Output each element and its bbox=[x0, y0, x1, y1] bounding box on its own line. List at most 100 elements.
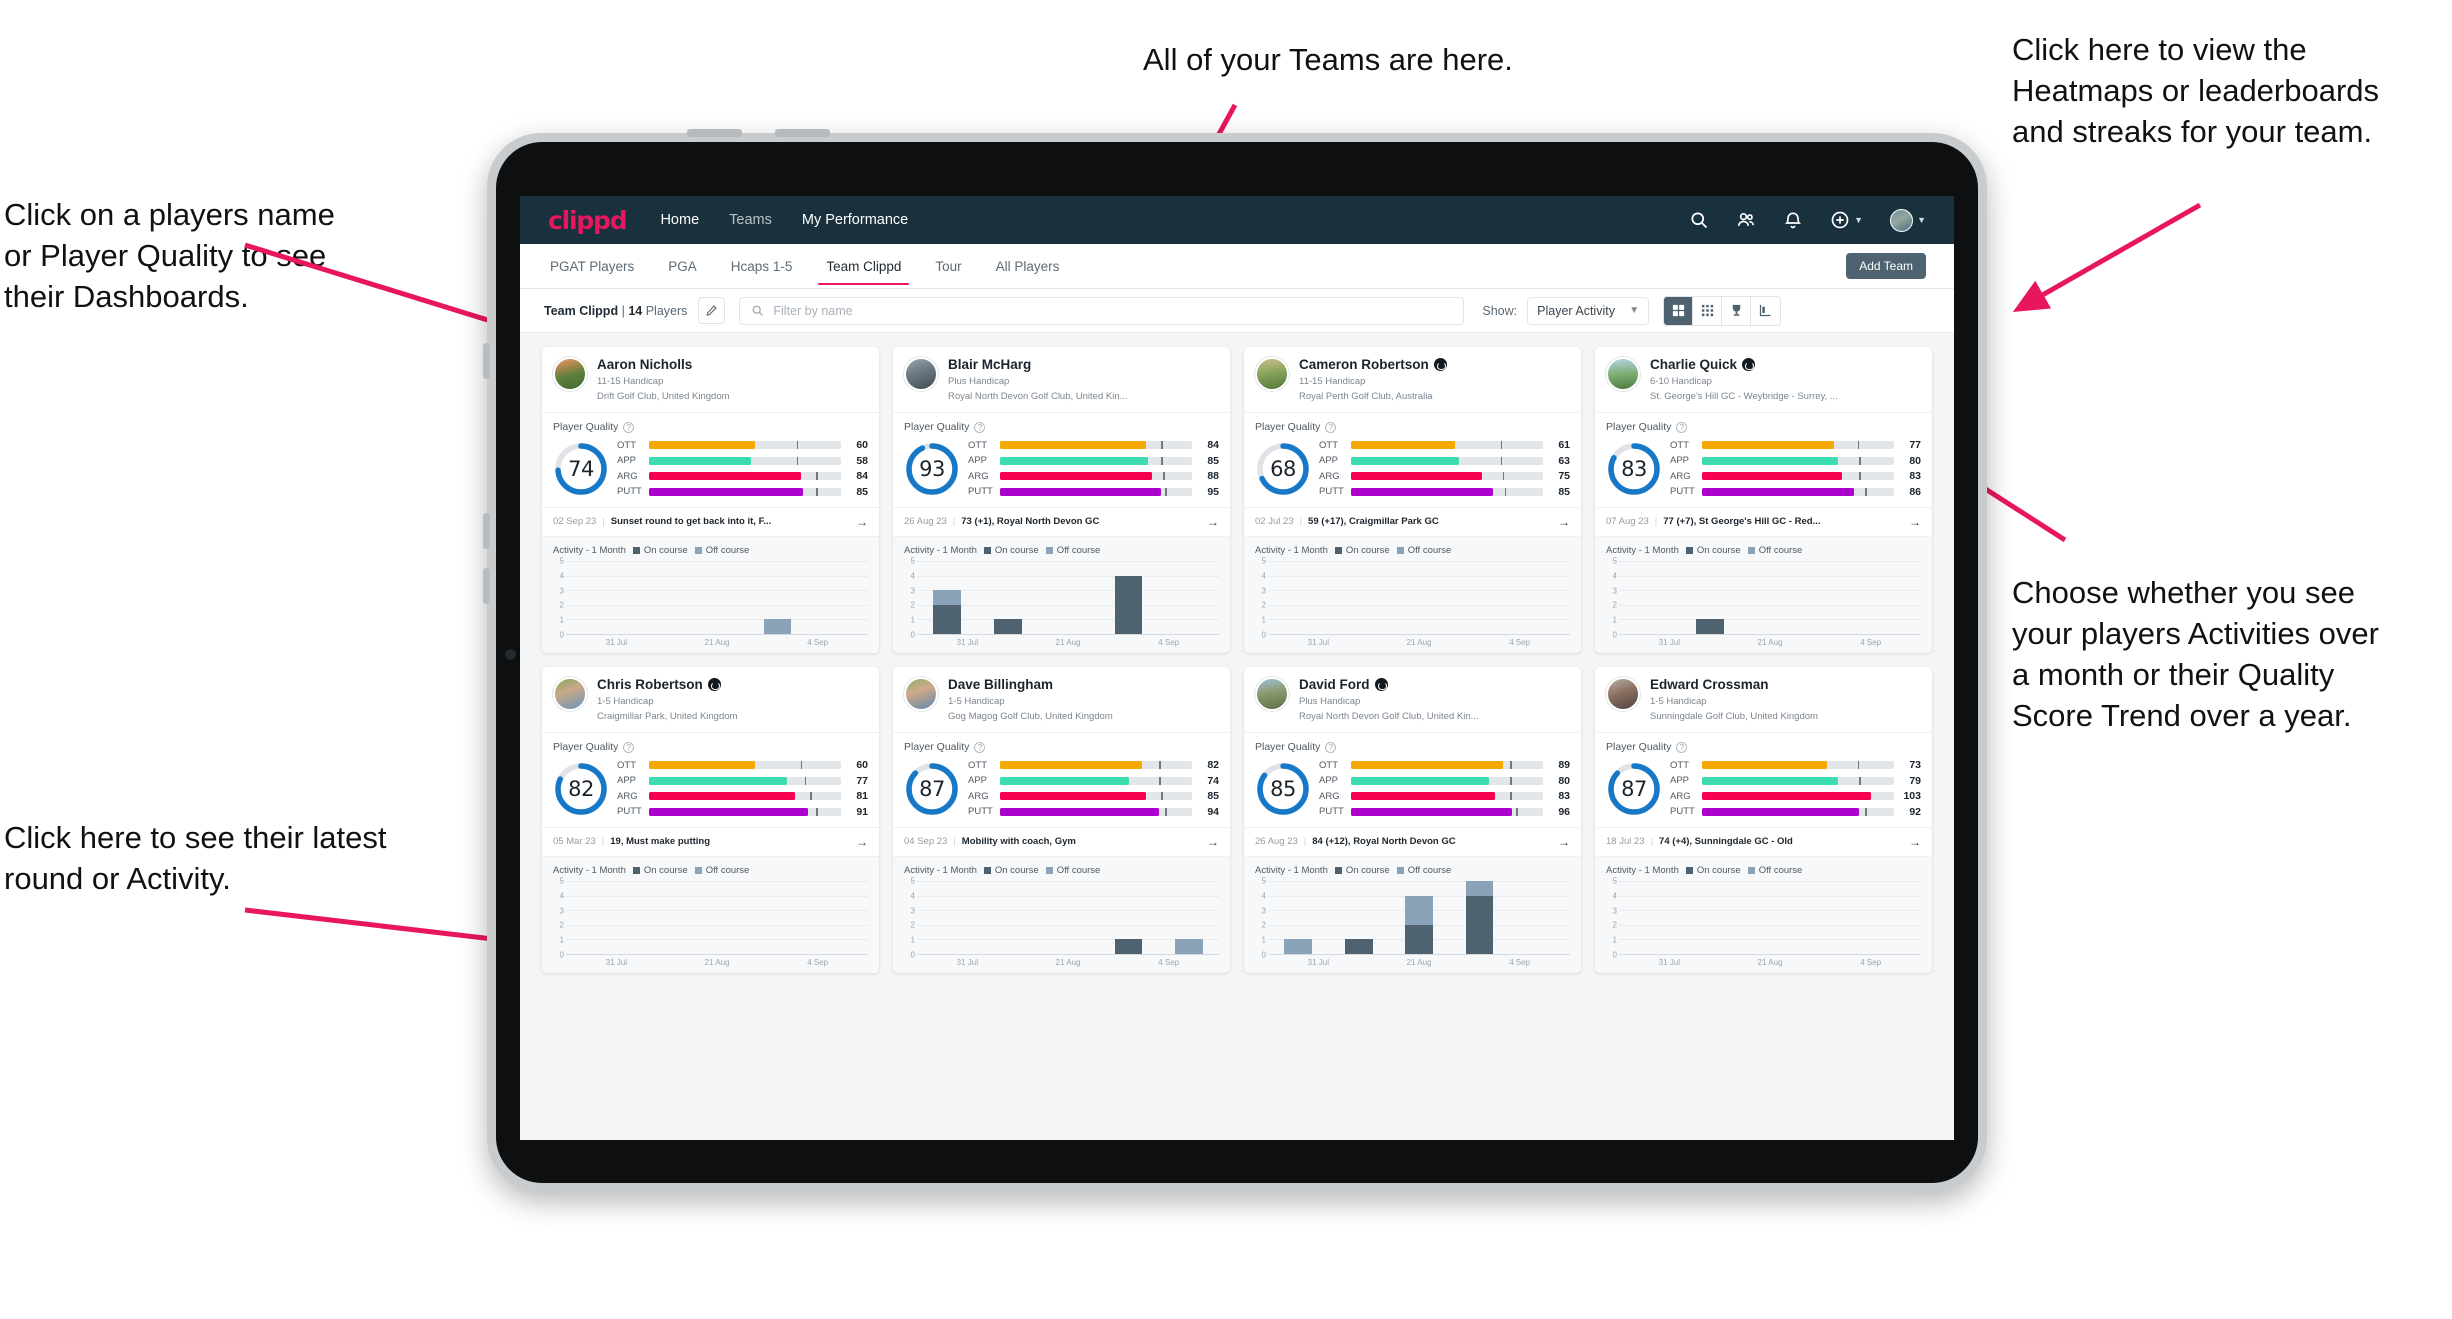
pencil-icon[interactable] bbox=[698, 297, 726, 324]
player-card[interactable]: Edward Crossman 1-5 Handicap Sunningdale G… bbox=[1595, 666, 1932, 973]
player-name[interactable]: Blair McHarg bbox=[948, 357, 1031, 373]
question-icon[interactable]: ? bbox=[1676, 741, 1688, 753]
player-card-header[interactable]: David Ford Plus Handicap Royal North Devon… bbox=[1244, 667, 1581, 732]
arrow-right-icon[interactable]: → bbox=[1558, 835, 1570, 849]
player-card-header[interactable]: Cameron Robertson 11-15 Handicap Royal Per… bbox=[1244, 347, 1581, 412]
question-icon[interactable]: ? bbox=[1325, 421, 1337, 433]
player-card-header[interactable]: Blair McHarg Plus Handicap Royal North Dev… bbox=[893, 347, 1230, 412]
avatar[interactable] bbox=[1606, 676, 1640, 711]
activity-section: Activity - 1 Month On course Off course 5 4 3… bbox=[893, 535, 1230, 653]
trophy-icon[interactable] bbox=[1722, 296, 1752, 325]
heatmap-icon[interactable] bbox=[1751, 296, 1781, 325]
player-quality-section[interactable]: Player Quality? 85 OTT 89 APP 80 ARG 83 PUTT 96 bbox=[1244, 732, 1581, 827]
question-icon[interactable]: ? bbox=[623, 741, 635, 753]
player-card-header[interactable]: Dave Billingham 1-5 Handicap Gog Magog Gol… bbox=[893, 667, 1230, 732]
add-team-button[interactable]: Add Team bbox=[1846, 253, 1926, 279]
player-card-header[interactable]: Chris Robertson 1-5 Handicap Craigmillar P… bbox=[542, 667, 879, 732]
grid-small-icon[interactable] bbox=[1693, 296, 1723, 325]
latest-round-row[interactable]: 26 Aug 23 | 73 (+1), Royal North Devon GC → bbox=[893, 506, 1230, 536]
latest-round-row[interactable]: 02 Jul 23 | 59 (+17), Craigmillar Park GC → bbox=[1244, 506, 1581, 536]
player-quality-section[interactable]: Player Quality? 93 OTT 84 APP 85 ARG 88 PUTT 95 bbox=[893, 412, 1230, 507]
arrow-right-icon[interactable]: → bbox=[856, 835, 868, 849]
tab-pga[interactable]: PGA bbox=[666, 247, 699, 285]
player-quality-section[interactable]: Player Quality? 87 OTT 73 APP 79 ARG 103 PUTT 92 bbox=[1595, 732, 1932, 827]
chart-slot bbox=[1449, 561, 1509, 634]
player-name-row[interactable]: Aaron Nicholls bbox=[597, 357, 730, 373]
player-card-header[interactable]: Charlie Quick 6-10 Handicap St. George's H… bbox=[1595, 347, 1932, 412]
player-name-row[interactable]: David Ford bbox=[1299, 677, 1479, 693]
player-card[interactable]: Aaron Nicholls 11-15 Handicap Drift Golf C… bbox=[542, 347, 879, 653]
latest-round-row[interactable]: 05 Mar 23 | 19, Must make putting → bbox=[542, 826, 879, 856]
player-name-row[interactable]: Chris Robertson bbox=[597, 677, 737, 693]
tab-all-players[interactable]: All Players bbox=[994, 247, 1062, 285]
bell-icon[interactable] bbox=[1783, 210, 1803, 230]
tab-pgat-players[interactable]: PGAT Players bbox=[548, 247, 636, 285]
question-icon[interactable]: ? bbox=[974, 421, 986, 433]
avatar[interactable] bbox=[1606, 357, 1640, 391]
player-card[interactable]: David Ford Plus Handicap Royal North Devon… bbox=[1244, 666, 1581, 973]
tab-hcaps-1-5[interactable]: Hcaps 1-5 bbox=[729, 247, 795, 285]
arrow-right-icon[interactable]: → bbox=[1909, 515, 1921, 529]
player-name-row[interactable]: Charlie Quick bbox=[1650, 357, 1838, 373]
search-input[interactable]: Filter by name bbox=[739, 296, 1465, 325]
latest-round-row[interactable]: 07 Aug 23 | 77 (+7), St George's Hill GC -… bbox=[1595, 506, 1932, 536]
tab-team-clippd[interactable]: Team Clippd bbox=[818, 247, 910, 285]
question-icon[interactable]: ? bbox=[1325, 741, 1337, 753]
avatar[interactable] bbox=[553, 676, 587, 711]
player-name-row[interactable]: Dave Billingham bbox=[948, 677, 1113, 693]
question-icon[interactable]: ? bbox=[974, 741, 986, 753]
player-card[interactable]: Cameron Robertson 11-15 Handicap Royal Per… bbox=[1244, 347, 1581, 653]
clippd-logo[interactable]: clippd bbox=[548, 206, 628, 235]
player-quality-section[interactable]: Player Quality? 82 OTT 60 APP 77 ARG 81 PUTT 91 bbox=[542, 732, 879, 827]
player-quality-section[interactable]: Player Quality? 68 OTT 61 APP 63 ARG 75 PUTT 85 bbox=[1244, 412, 1581, 507]
player-name-row[interactable]: Cameron Robertson bbox=[1299, 357, 1447, 373]
player-name[interactable]: Dave Billingham bbox=[948, 677, 1053, 693]
avatar[interactable] bbox=[1255, 357, 1289, 391]
player-card[interactable]: Charlie Quick 6-10 Handicap St. George's H… bbox=[1595, 347, 1932, 653]
nav-item-teams[interactable]: Teams bbox=[729, 212, 772, 228]
people-icon[interactable] bbox=[1736, 210, 1756, 230]
arrow-right-icon[interactable]: → bbox=[1207, 835, 1219, 849]
player-name-row[interactable]: Edward Crossman bbox=[1650, 677, 1818, 693]
arrow-right-icon[interactable]: → bbox=[856, 515, 868, 529]
profile-menu[interactable]: ▼ bbox=[1890, 208, 1926, 232]
player-name[interactable]: Chris Robertson bbox=[597, 677, 703, 693]
arrow-right-icon[interactable]: → bbox=[1909, 835, 1921, 849]
grid-large-icon[interactable] bbox=[1664, 296, 1694, 325]
avatar[interactable] bbox=[904, 676, 938, 711]
arrow-right-icon[interactable]: → bbox=[1207, 515, 1219, 529]
player-card[interactable]: Chris Robertson 1-5 Handicap Craigmillar P… bbox=[542, 666, 879, 973]
player-card-header[interactable]: Edward Crossman 1-5 Handicap Sunningdale G… bbox=[1595, 667, 1932, 732]
question-icon[interactable]: ? bbox=[1676, 421, 1688, 433]
player-quality-section[interactable]: Player Quality? 83 OTT 77 APP 80 ARG 83 PUTT 86 bbox=[1595, 412, 1932, 507]
nav-item-home[interactable]: Home bbox=[660, 212, 699, 228]
add-menu[interactable]: ▼ bbox=[1830, 210, 1863, 230]
avatar[interactable] bbox=[1890, 208, 1914, 232]
player-name-row[interactable]: Blair McHarg bbox=[948, 357, 1128, 373]
question-icon[interactable]: ? bbox=[623, 421, 635, 433]
arrow-right-icon[interactable]: → bbox=[1558, 515, 1570, 529]
avatar[interactable] bbox=[904, 357, 938, 391]
player-quality-section[interactable]: Player Quality? 74 OTT 60 APP 58 ARG 84 PUTT 85 bbox=[542, 412, 879, 507]
player-name[interactable]: Charlie Quick bbox=[1650, 357, 1737, 373]
latest-round-row[interactable]: 04 Sep 23 | Mobility with coach, Gym → bbox=[893, 826, 1230, 856]
player-name[interactable]: David Ford bbox=[1299, 677, 1370, 693]
player-name[interactable]: Edward Crossman bbox=[1650, 677, 1769, 693]
player-name[interactable]: Cameron Robertson bbox=[1299, 357, 1429, 373]
player-card-header[interactable]: Aaron Nicholls 11-15 Handicap Drift Golf C… bbox=[542, 347, 879, 412]
avatar[interactable] bbox=[553, 357, 587, 391]
plus-circle-icon[interactable] bbox=[1830, 210, 1850, 230]
show-select[interactable]: Player Activity ▼ bbox=[1527, 296, 1650, 325]
player-quality-section[interactable]: Player Quality? 87 OTT 82 APP 74 ARG 85 PUTT 94 bbox=[893, 732, 1230, 827]
latest-round-row[interactable]: 26 Aug 23 | 84 (+12), Royal North Devon GC… bbox=[1244, 826, 1581, 856]
search-icon[interactable] bbox=[1689, 210, 1709, 230]
latest-round-row[interactable]: 02 Sep 23 | Sunset round to get back into … bbox=[542, 506, 879, 536]
metric-value: 77 bbox=[1909, 439, 1921, 452]
avatar[interactable] bbox=[1255, 676, 1289, 711]
player-card[interactable]: Blair McHarg Plus Handicap Royal North Dev… bbox=[893, 347, 1230, 653]
tab-tour[interactable]: Tour bbox=[933, 247, 963, 285]
player-name[interactable]: Aaron Nicholls bbox=[597, 357, 692, 373]
latest-round-row[interactable]: 18 Jul 23 | 74 (+4), Sunningdale GC - Old → bbox=[1595, 826, 1932, 856]
player-card[interactable]: Dave Billingham 1-5 Handicap Gog Magog Gol… bbox=[893, 666, 1230, 973]
nav-item-my-performance[interactable]: My Performance bbox=[802, 212, 908, 228]
